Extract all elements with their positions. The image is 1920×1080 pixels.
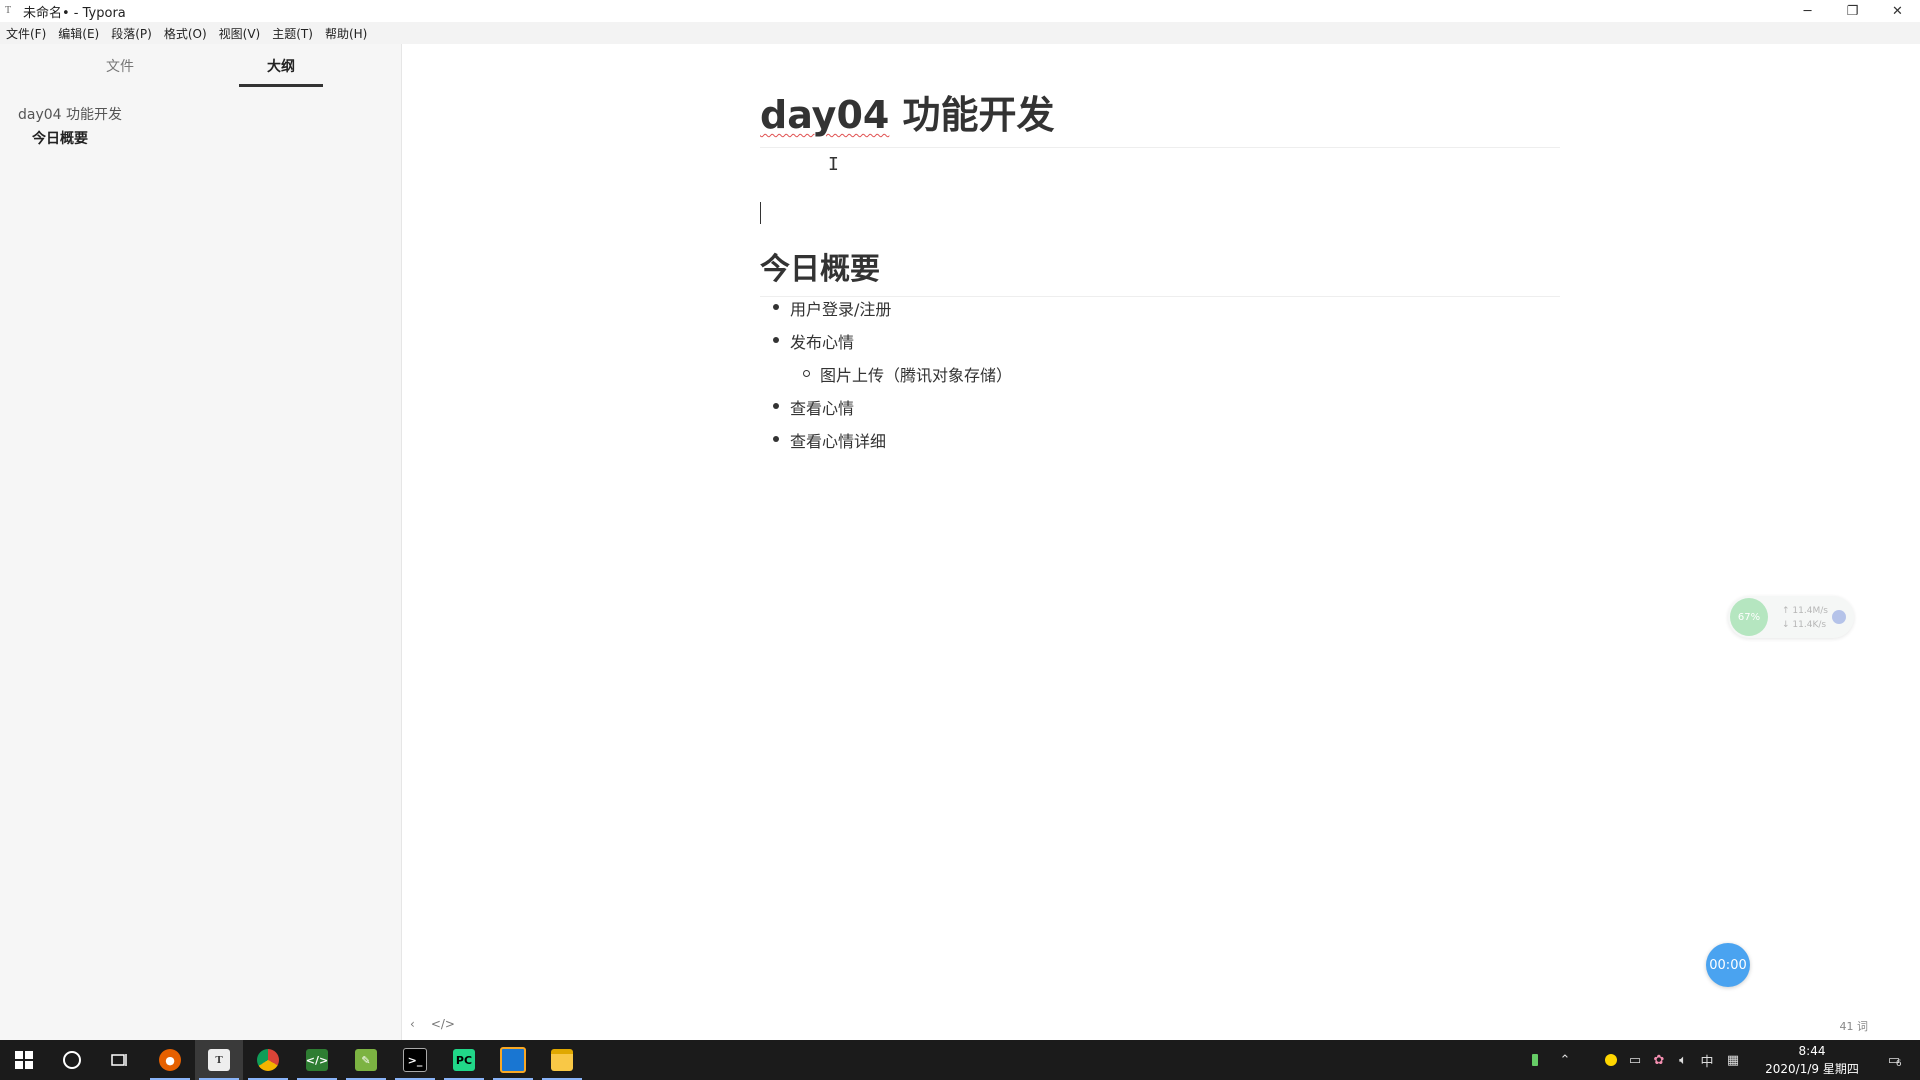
- minimize-button[interactable]: ─: [1785, 0, 1830, 22]
- toggle-sidebar-icon[interactable]: ‹: [410, 1017, 415, 1031]
- virtualbox-app-icon[interactable]: [489, 1040, 537, 1080]
- chrome-app-icon[interactable]: [244, 1040, 292, 1080]
- mouse-ibeam-cursor-icon: I: [828, 154, 839, 175]
- menu-edit[interactable]: 编辑(E): [52, 25, 105, 42]
- menu-format[interactable]: 格式(O): [158, 25, 213, 42]
- menu-bar: 文件(F) 编辑(E) 段落(P) 格式(O) 视图(V) 主题(T) 帮助(H…: [0, 22, 1920, 44]
- menu-theme[interactable]: 主题(T): [266, 25, 319, 42]
- network-speed-widget[interactable]: 67% ↑ 11.4M/s ↓ 11.4K/s: [1728, 596, 1854, 638]
- task-view-icon[interactable]: [96, 1040, 144, 1080]
- notepad-app-icon[interactable]: ✎: [342, 1040, 390, 1080]
- menu-help[interactable]: 帮助(H): [319, 25, 373, 42]
- list-item[interactable]: 查看心情: [772, 395, 854, 419]
- action-center-icon[interactable]: ▭ 6: [1874, 1040, 1914, 1080]
- input-mode-grid-icon[interactable]: ▦: [1722, 1040, 1744, 1080]
- pycharm-app-icon[interactable]: PC: [440, 1040, 488, 1080]
- menu-file[interactable]: 文件(F): [0, 25, 52, 42]
- taskbar-clock[interactable]: 8:44 2020/1/9 星期四: [1756, 1042, 1868, 1078]
- boost-rocket-icon[interactable]: [1832, 610, 1846, 624]
- list-item-nested[interactable]: 图片上传（腾讯对象存储）: [802, 362, 1012, 386]
- title-bar: T 未命名• - Typora ─ ❐ ✕: [0, 0, 1920, 22]
- ime-indicator[interactable]: 中: [1696, 1040, 1718, 1080]
- typora-app-icon: T: [5, 5, 12, 16]
- heading-h1-text: 功能开发: [889, 93, 1055, 137]
- notification-count-badge: 6: [1895, 1058, 1902, 1069]
- battery-tray-icon[interactable]: [1524, 1040, 1546, 1080]
- text-caret: [760, 202, 761, 224]
- status-bar-left: ‹ </>: [410, 1017, 455, 1031]
- show-hidden-icons-chevron-icon[interactable]: ⌃: [1554, 1040, 1576, 1080]
- editor-area[interactable]: day04 功能开发 今日概要 用户登录/注册 发布心情 图片上传（腾讯对象存储…: [402, 44, 1920, 1040]
- network-tray-icon[interactable]: ▭: [1624, 1040, 1646, 1080]
- sidebar-tabs: 文件 大纲: [0, 44, 401, 88]
- outline-item-h2[interactable]: 今日概要: [32, 128, 88, 148]
- sidebar: 文件 大纲 day04 功能开发 今日概要: [0, 44, 402, 1040]
- code-editor-app-icon[interactable]: </>: [293, 1040, 341, 1080]
- app-tray-icon[interactable]: ✿: [1648, 1040, 1670, 1080]
- restore-button[interactable]: ❐: [1830, 0, 1875, 22]
- menu-view[interactable]: 视图(V): [213, 25, 267, 42]
- source-mode-icon[interactable]: </>: [431, 1017, 455, 1031]
- list-item[interactable]: 发布心情: [772, 329, 854, 353]
- memory-usage-circle: 67%: [1730, 598, 1768, 636]
- heading-h2[interactable]: 今日概要: [760, 244, 1560, 297]
- list-item[interactable]: 用户登录/注册: [772, 296, 891, 320]
- menu-paragraph[interactable]: 段落(P): [105, 25, 158, 42]
- clock-time: 8:44: [1798, 1044, 1826, 1058]
- clock-date: 2020/1/9 星期四: [1765, 1062, 1859, 1076]
- firefox-app-icon[interactable]: ●: [146, 1040, 194, 1080]
- volume-muted-icon[interactable]: 🔈︎: [1672, 1040, 1694, 1080]
- typora-app-icon[interactable]: T: [195, 1040, 243, 1080]
- network-speeds: ↑ 11.4M/s ↓ 11.4K/s: [1782, 604, 1828, 632]
- windows-start-icon[interactable]: [0, 1040, 48, 1080]
- outline-item-h1[interactable]: day04 功能开发: [18, 104, 122, 124]
- heading-h1[interactable]: day04 功能开发: [760, 84, 1560, 148]
- tab-files[interactable]: 文件: [106, 56, 134, 76]
- active-tab-indicator: [239, 84, 323, 87]
- download-speed: ↓ 11.4K/s: [1782, 620, 1827, 630]
- security-tray-icon[interactable]: [1600, 1040, 1622, 1080]
- window-controls: ─ ❐ ✕: [1785, 0, 1920, 22]
- recording-timer-button[interactable]: 00:00: [1706, 943, 1750, 987]
- search-circle-icon[interactable]: [48, 1040, 96, 1080]
- window-title: 未命名• - Typora: [23, 5, 126, 21]
- taskbar: ● T </> ✎ >_ PC ⌃ ▭ ✿ 🔈︎ 中 ▦ 8:44 2020/1…: [0, 1040, 1920, 1080]
- list-item[interactable]: 查看心情详细: [772, 428, 886, 452]
- upload-speed: ↑ 11.4M/s: [1782, 606, 1828, 616]
- tab-outline[interactable]: 大纲: [267, 56, 295, 76]
- close-button[interactable]: ✕: [1875, 0, 1920, 22]
- file-explorer-app-icon[interactable]: [538, 1040, 586, 1080]
- word-count[interactable]: 41 词: [1840, 1018, 1869, 1034]
- heading-h1-misspelled-word: day04: [760, 93, 890, 137]
- document[interactable]: day04 功能开发 今日概要 用户登录/注册 发布心情 图片上传（腾讯对象存储…: [760, 84, 1560, 451]
- terminal-app-icon[interactable]: >_: [391, 1040, 439, 1080]
